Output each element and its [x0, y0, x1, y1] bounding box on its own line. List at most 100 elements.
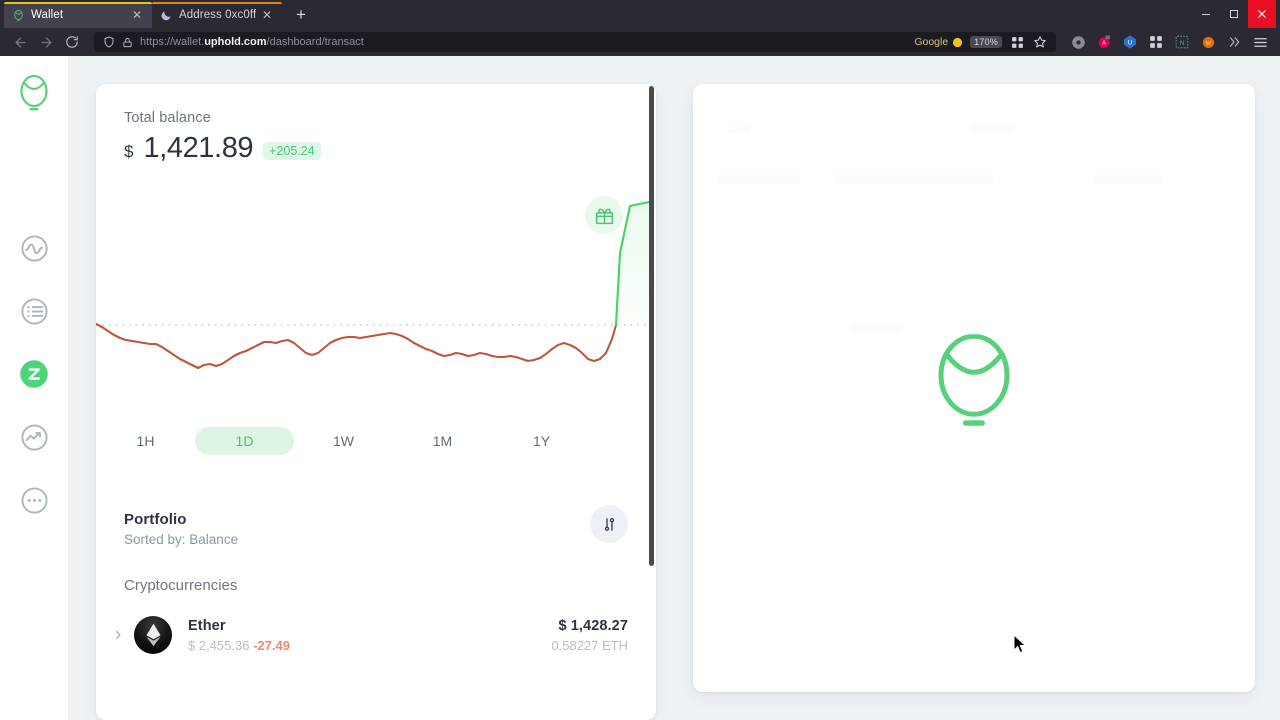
url-bar-right-controls: Google 170% [914, 30, 1048, 54]
asset-quantity: 0.58227 ETH [551, 637, 628, 653]
notion-extension-icon[interactable]: N [1170, 30, 1194, 54]
portfolio-sorted-by: Sorted by: Balance [124, 532, 239, 547]
card-scrollbar[interactable] [649, 86, 654, 566]
window-controls [1192, 0, 1276, 28]
trending-up-icon [20, 423, 48, 451]
browser-tab-address[interactable]: Address 0xc0ffeef55acb430 ✕ [152, 2, 282, 28]
close-window-button[interactable] [1248, 0, 1276, 28]
ghost-placeholder [728, 126, 750, 135]
balance-amount: 1,421.89 [143, 132, 254, 164]
search-engine-label: Google [914, 36, 949, 48]
mouse-cursor [1013, 633, 1028, 660]
asset-name: Ether [188, 617, 226, 634]
tab-title: Address 0xc0ffeef55acb430 [179, 9, 256, 21]
tab-title: Wallet [31, 9, 64, 21]
sidebar-item-transact[interactable] [14, 354, 54, 394]
svg-text:A: A [1102, 41, 1106, 47]
wallet-overview-card: Total balance $ 1,421.89 +205.24 1H 1D 1… [96, 84, 656, 720]
asset-change: -27.49 [253, 637, 290, 653]
adblock-extension-icon[interactable]: A [1092, 30, 1116, 54]
forward-icon[interactable] [34, 30, 58, 54]
tab-close-icon[interactable]: ✕ [130, 8, 144, 22]
section-label-cryptocurrencies: Cryptocurrencies [124, 577, 238, 594]
currency-symbol: $ [124, 142, 134, 161]
extensions-grid-icon[interactable] [1144, 30, 1168, 54]
search-engine-indicator[interactable]: Google [914, 36, 963, 48]
url-text: https://wallet.uphold.com/dashboard/tran… [140, 36, 907, 48]
fox-extension-icon[interactable] [1196, 30, 1220, 54]
maximize-button[interactable] [1220, 0, 1248, 28]
sidebar-item-activity[interactable] [14, 228, 54, 268]
minimize-button[interactable] [1192, 0, 1220, 28]
chart-green-area [616, 202, 649, 325]
shield-icon[interactable] [102, 30, 115, 54]
sidebar-item-logo[interactable] [15, 72, 53, 116]
back-icon[interactable] [8, 30, 32, 54]
ghost-placeholder [1093, 174, 1163, 184]
browser-chrome: Wallet ✕ Address 0xc0ffeef55acb430 ✕ + [0, 0, 1280, 56]
ethereum-icon [134, 616, 172, 654]
table-row[interactable]: Ether $ 2,455.36 -27.49 $ 1,428.27 0.582… [96, 602, 656, 670]
range-option-1y[interactable]: 1Y [492, 427, 591, 455]
asset-info: Ether $ 2,455.36 -27.49 [188, 618, 551, 653]
page-body: Total balance $ 1,421.89 +205.24 1H 1D 1… [0, 56, 1280, 720]
ellipsis-icon [20, 486, 48, 514]
sidebar-item-assets[interactable] [14, 291, 54, 331]
url-domain: uphold.com [204, 36, 267, 48]
loading-indicator [693, 334, 1255, 430]
bookmark-star-icon[interactable] [1032, 30, 1048, 54]
portfolio-header: Portfolio Sorted by: Balance [96, 455, 656, 547]
balance-block: Total balance $ 1,421.89 +205.24 [96, 84, 656, 165]
overflow-chevrons-icon[interactable] [1222, 30, 1246, 54]
range-option-1w[interactable]: 1W [294, 427, 393, 455]
asset-price-change: $ 2,455.36 -27.49 [188, 638, 551, 653]
asset-value: $ 1,428.27 [558, 617, 628, 634]
sort-button[interactable] [590, 505, 628, 543]
sidebar-item-more[interactable] [14, 480, 54, 520]
app-sidebar [0, 56, 68, 720]
tab-container-stripe [4, 2, 152, 4]
uphold-logo-icon [20, 74, 48, 111]
tab-strip: Wallet ✕ Address 0xc0ffeef55acb430 ✕ + [0, 0, 1280, 28]
zoom-level-badge[interactable]: 170% [970, 36, 1002, 48]
extensions-strip: A U N [1066, 30, 1272, 54]
tab-close-icon[interactable]: ✕ [260, 8, 274, 22]
uphold-logo-icon [938, 334, 1010, 426]
balance-label: Total balance [124, 110, 211, 126]
range-option-1h[interactable]: 1H [96, 427, 195, 455]
chevron-right-icon[interactable] [108, 629, 128, 641]
uphold-extension-icon[interactable]: U [1118, 30, 1142, 54]
balance-row: $ 1,421.89 +205.24 [124, 132, 628, 165]
reload-icon[interactable] [60, 30, 84, 54]
hamburger-menu-icon[interactable] [1248, 30, 1272, 54]
balance-chart-svg [96, 200, 656, 370]
list-icon [20, 297, 48, 325]
navigation-toolbar: https://wallet.uphold.com/dashboard/tran… [0, 28, 1280, 56]
sidebar-item-markets[interactable] [14, 417, 54, 457]
ghost-placeholder [833, 174, 993, 184]
asset-price: $ 2,455.36 [188, 637, 250, 653]
balance-delta-badge: +205.24 [263, 142, 321, 160]
range-option-1d[interactable]: 1D [195, 427, 294, 455]
pulse-icon [20, 234, 48, 262]
browser-tab-wallet[interactable]: Wallet ✕ [4, 2, 152, 28]
moon-favicon [160, 9, 173, 22]
url-scheme: https://wallet. [140, 36, 205, 48]
new-tab-button[interactable]: + [288, 2, 314, 28]
url-bar[interactable]: https://wallet.uphold.com/dashboard/tran… [94, 32, 1056, 52]
svg-text:U: U [1128, 40, 1133, 47]
chart-line-negative [96, 322, 618, 370]
portfolio-title: Portfolio [124, 511, 187, 528]
range-option-1m[interactable]: 1M [393, 427, 492, 455]
sliders-icon [604, 517, 614, 531]
reader-grid-icon[interactable] [1009, 30, 1025, 54]
dashboard-content: Total balance $ 1,421.89 +205.24 1H 1D 1… [68, 56, 1280, 720]
asset-value-block: $ 1,428.27 0.58227 ETH [551, 618, 628, 653]
range-selector: 1H 1D 1W 1M 1Y [96, 415, 656, 455]
ghost-placeholder [718, 174, 800, 184]
tab-container-stripe [152, 2, 282, 4]
account-circle-icon[interactable] [1066, 30, 1090, 54]
url-path: /dashboard/transact [266, 36, 364, 48]
ghost-placeholder [853, 324, 903, 333]
transact-panel-card [693, 84, 1255, 692]
